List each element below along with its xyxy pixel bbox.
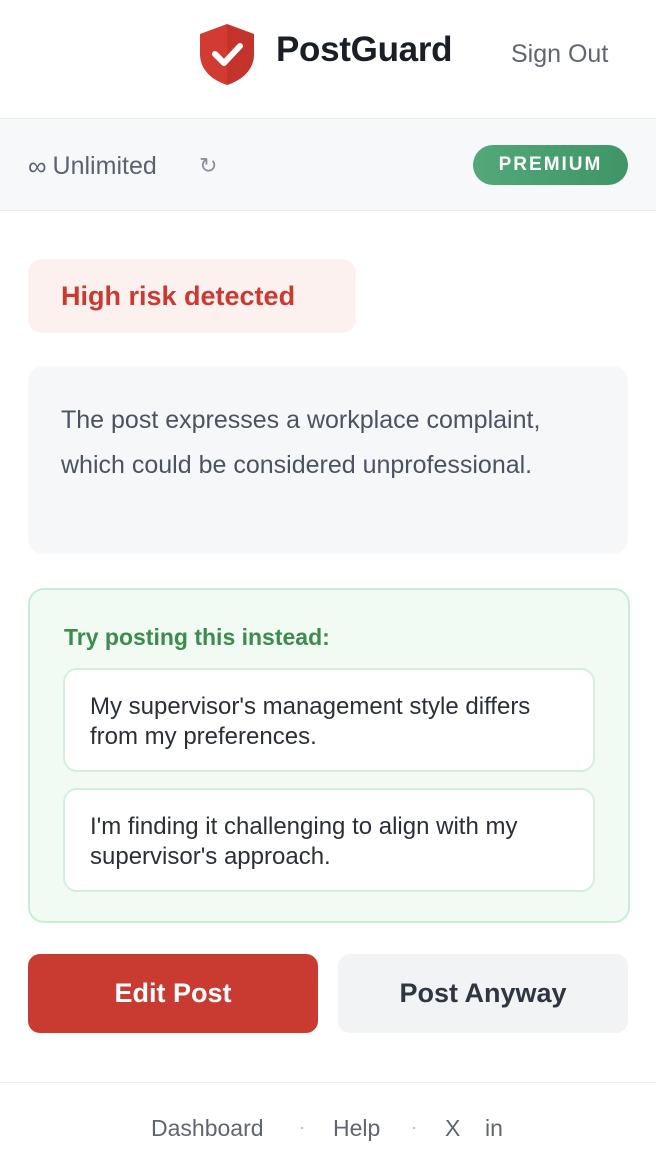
suggestion-item[interactable]: My supervisor's management style differs…: [63, 668, 595, 772]
explanation-text: The post expresses a workplace complaint…: [61, 406, 541, 479]
suggestions-title: Try posting this instead:: [64, 624, 330, 650]
suggestion-text: My supervisor's management style differs…: [90, 693, 531, 750]
explanation-card: The post expresses a workplace complaint…: [28, 366, 628, 554]
sign-out-link[interactable]: Sign Out: [511, 40, 608, 69]
logo: [196, 22, 258, 86]
post-anyway-button[interactable]: Post Anyway: [338, 954, 628, 1033]
premium-badge: PREMIUM: [473, 145, 628, 185]
footer-separator: ·: [411, 1117, 417, 1137]
brand-name: PostGuard: [276, 30, 453, 69]
header: PostGuard Sign Out: [0, 0, 656, 119]
footer: Dashboard · Help · X in: [0, 1082, 656, 1161]
shield-check-icon: [200, 24, 254, 85]
footer-separator: ·: [299, 1117, 305, 1137]
plan-label: Unlimited: [52, 152, 157, 180]
edit-post-button[interactable]: Edit Post: [28, 954, 318, 1033]
infinity-icon: ∞: [28, 151, 47, 181]
linkedin-icon[interactable]: in: [485, 1115, 503, 1142]
status-bar: ∞ Unlimited ↻ PREMIUM: [0, 119, 656, 211]
suggestions-panel: Try posting this instead: My supervisor'…: [28, 588, 630, 923]
risk-label: High risk detected: [61, 280, 296, 311]
footer-dashboard-link[interactable]: Dashboard: [151, 1115, 264, 1142]
refresh-icon[interactable]: ↻: [199, 153, 217, 179]
suggestion-item[interactable]: I'm finding it challenging to align with…: [63, 788, 595, 892]
x-icon[interactable]: X: [445, 1115, 460, 1142]
risk-badge: High risk detected: [28, 259, 356, 333]
footer-help-link[interactable]: Help: [333, 1115, 380, 1142]
suggestion-text: I'm finding it challenging to align with…: [90, 813, 518, 870]
plan-indicator: ∞ Unlimited: [28, 151, 157, 182]
